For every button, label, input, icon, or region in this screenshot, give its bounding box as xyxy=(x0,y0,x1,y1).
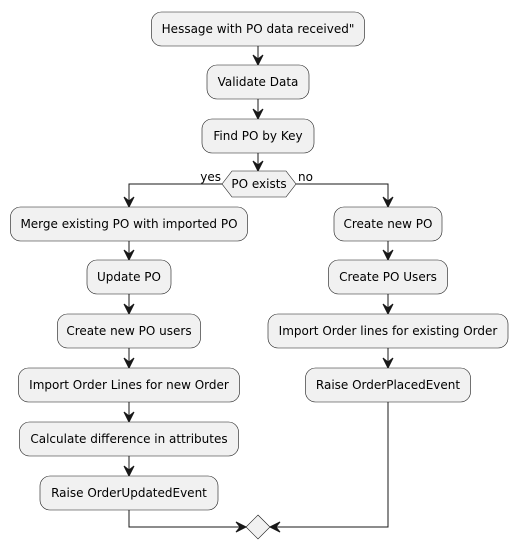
flow-line xyxy=(296,183,389,207)
activity-label: Merge existing PO with imported PO xyxy=(20,217,237,231)
yes-branch-step: Merge existing PO with imported PO xyxy=(10,206,248,242)
yes-label: yes xyxy=(200,170,221,184)
no-branch-step: Create new PO xyxy=(333,206,443,242)
no-branch-step: Create PO Users xyxy=(328,259,448,295)
start-step: Find PO by Key xyxy=(201,118,315,154)
no-branch-step: Raise OrderPlacedEvent xyxy=(305,367,471,403)
activity-label: Create new PO users xyxy=(66,324,191,338)
yes-branch-step: Calculate difference in attributes xyxy=(19,421,239,457)
activity-label: Update PO xyxy=(97,270,161,284)
activity-label: Validate Data xyxy=(218,75,299,89)
yes-branch-step: Create new PO users xyxy=(57,313,201,349)
start-step: Hessage with PO data received" xyxy=(151,11,365,47)
no-label: no xyxy=(298,170,313,184)
no-branch-step: Import Order lines for existing Order xyxy=(267,313,509,349)
start-step: Validate Data xyxy=(206,64,310,100)
flow-line xyxy=(128,510,246,528)
activity-label: Import Order Lines for new Order xyxy=(29,378,229,392)
yes-branch-step: Raise OrderUpdatedEvent xyxy=(39,475,219,511)
merge-diamond xyxy=(245,514,271,540)
yes-branch-step: Import Order Lines for new Order xyxy=(18,367,240,403)
activity-label: Import Order lines for existing Order xyxy=(279,324,498,338)
yes-branch-step: Update PO xyxy=(86,259,172,295)
activity-label: Raise OrderUpdatedEvent xyxy=(51,486,207,500)
activity-label: Find PO by Key xyxy=(213,129,302,143)
flow-line xyxy=(270,402,389,528)
flow-line xyxy=(128,183,222,207)
activity-label: Calculate difference in attributes xyxy=(30,432,227,446)
decision-condition: PO exists xyxy=(231,177,286,191)
activity-label: Create PO Users xyxy=(339,270,437,284)
activity-label: Raise OrderPlacedEvent xyxy=(316,378,461,392)
activity-label: Hessage with PO data received" xyxy=(162,22,355,36)
activity-label: Create new PO xyxy=(344,217,433,231)
activity-diagram: Hessage with PO data received" Validate D… xyxy=(10,11,509,540)
